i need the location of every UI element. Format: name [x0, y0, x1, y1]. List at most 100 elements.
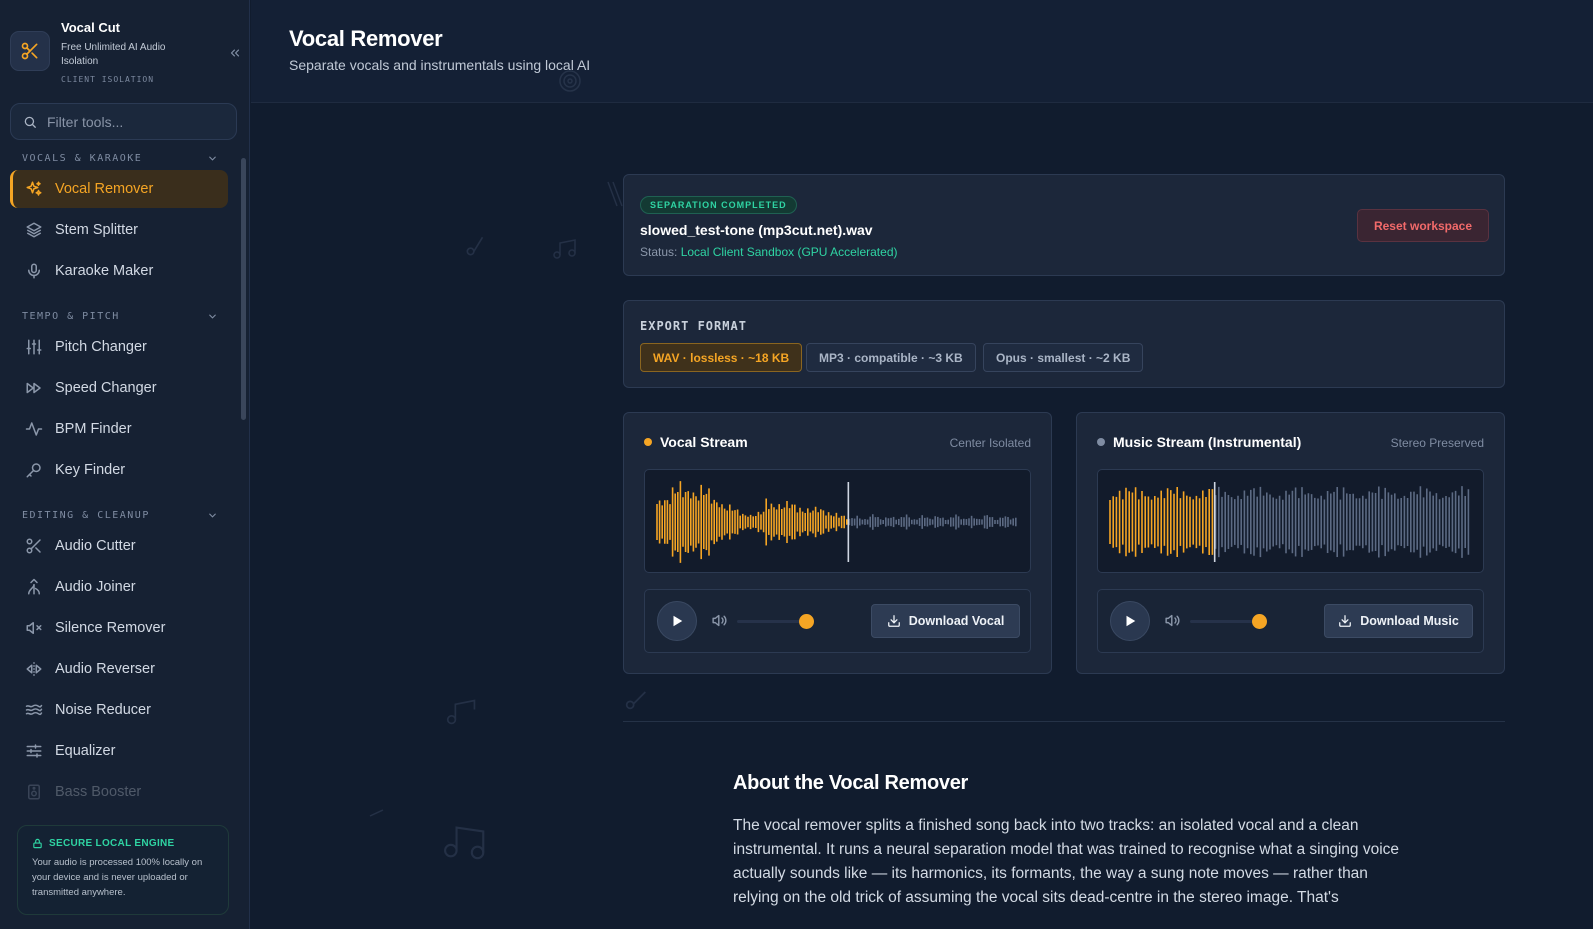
brand-title: Vocal Cut: [61, 20, 120, 35]
section-title: TEMPO & PITCH: [22, 310, 120, 322]
download-label: Download Music: [1360, 614, 1459, 628]
sidebar-item-stem-splitter[interactable]: Stem Splitter: [10, 211, 228, 249]
music-note-decoration-icon: [466, 236, 484, 256]
play-button[interactable]: [657, 601, 697, 641]
volume-icon[interactable]: [1164, 612, 1181, 629]
sidebar-item-bass-booster[interactable]: Bass Booster: [10, 773, 228, 808]
about-text: The vocal remover splits a finished song…: [733, 817, 1400, 906]
status-line: Status: Local Client Sandbox (GPU Accele…: [640, 245, 897, 259]
play-icon: [673, 615, 683, 627]
sidebar-item-label: Speed Changer: [55, 380, 157, 396]
section-editing-cleanup[interactable]: EDITING & CLEANUP: [22, 503, 218, 527]
brand: Vocal Cut Free Unlimited AI Audio Isolat…: [10, 18, 240, 90]
waveform-graph[interactable]: [1098, 470, 1484, 573]
speaker-icon: [24, 782, 44, 802]
microphone-icon: [24, 261, 44, 281]
volume-icon[interactable]: [711, 612, 728, 629]
page-header: Vocal Remover Separate vocals and instru…: [251, 0, 1593, 103]
format-option-mp3[interactable]: MP3 · compatible · ~3 KB: [806, 343, 976, 372]
status-label: Status:: [640, 245, 678, 259]
layers-icon: [24, 220, 44, 240]
music-note-decoration-icon: [625, 691, 646, 710]
chevron-down-icon: [209, 513, 216, 518]
sidebar-item-label: Karaoke Maker: [55, 263, 154, 279]
sidebar-item-bpm-finder[interactable]: BPM Finder: [10, 410, 228, 448]
play-icon: [1126, 615, 1136, 627]
sliders-horizontal-icon: [24, 741, 44, 761]
slash-decoration-icon: [369, 809, 384, 817]
sidebar-item-audio-reverser[interactable]: Audio Reverser: [10, 650, 228, 688]
scrollbar-thumb[interactable]: [241, 158, 246, 420]
music-waveform[interactable]: [1097, 469, 1484, 573]
status-badge: SEPARATION COMPLETED: [640, 196, 797, 214]
section-title: EDITING & CLEANUP: [22, 509, 150, 521]
target-decoration-icon: [559, 70, 581, 92]
volume-slider-handle[interactable]: [799, 614, 814, 629]
page-subtitle: Separate vocals and instrumentals using …: [289, 57, 591, 73]
page-title: Vocal Remover: [289, 26, 443, 51]
volume-x-icon: [24, 618, 44, 638]
sidebar-item-label: Silence Remover: [55, 620, 166, 636]
export-format-card: EXPORT FORMAT WAV · lossless · ~18 KB MP…: [623, 300, 1505, 388]
filter-tools-input[interactable]: [47, 113, 217, 130]
format-option-opus[interactable]: Opus · smallest · ~2 KB: [983, 343, 1144, 372]
status-dot: [1097, 438, 1105, 446]
secure-engine-notice: SECURE LOCAL ENGINE Your audio is proces…: [17, 825, 229, 915]
merge-icon: [24, 577, 44, 597]
sidebar-item-label: Audio Cutter: [55, 538, 136, 554]
sidebar-item-label: Noise Reducer: [55, 702, 151, 718]
download-icon: [1339, 615, 1352, 627]
sidebar-item-label: Key Finder: [55, 462, 126, 478]
sidebar-item-label: Audio Joiner: [55, 579, 136, 595]
sidebar-item-key-finder[interactable]: Key Finder: [10, 451, 228, 489]
sidebar-item-vocal-remover[interactable]: Vocal Remover: [10, 170, 228, 208]
stream-tag: Center Isolated: [949, 436, 1031, 450]
sparkles-icon: [24, 179, 44, 199]
about-title: About the Vocal Remover: [733, 772, 968, 794]
section-vocals-karaoke[interactable]: VOCALS & KARAOKE: [22, 146, 218, 170]
waveform-graph[interactable]: [645, 470, 1031, 573]
fast-forward-icon: [24, 378, 44, 398]
sidebar-item-equalizer[interactable]: Equalizer: [10, 732, 228, 770]
sidebar-item-audio-cutter[interactable]: Audio Cutter: [10, 527, 228, 565]
flip-icon: [24, 659, 44, 679]
sidebar-item-silence-remover[interactable]: Silence Remover: [10, 609, 228, 647]
volume-slider-handle[interactable]: [1252, 614, 1267, 629]
sidebar-item-speed-changer[interactable]: Speed Changer: [10, 369, 228, 407]
sidebar-item-label: Equalizer: [55, 743, 116, 759]
download-icon: [887, 615, 900, 627]
sidebar: Vocal Cut Free Unlimited AI Audio Isolat…: [0, 0, 250, 929]
music-stream-card: Music Stream (Instrumental) Stereo Prese…: [1076, 412, 1505, 674]
section-divider: [623, 721, 1505, 722]
scissors-icon[interactable]: [10, 31, 50, 71]
chevrons-left-icon[interactable]: [226, 44, 244, 62]
sidebar-item-audio-joiner[interactable]: Audio Joiner: [10, 568, 228, 606]
sidebar-item-noise-reducer[interactable]: Noise Reducer: [10, 691, 228, 729]
stream-title: Vocal Stream: [660, 434, 748, 450]
sidebar-item-label: Bass Booster: [55, 784, 142, 800]
reset-workspace-button[interactable]: Reset workspace: [1357, 209, 1489, 242]
sidebar-item-label: Stem Splitter: [55, 222, 138, 238]
double-note-decoration-icon: [446, 699, 476, 725]
sidebar-item-label: BPM Finder: [55, 421, 132, 437]
vocal-waveform[interactable]: [644, 469, 1031, 573]
chevron-down-icon: [209, 314, 216, 319]
sidebar-item-karaoke-maker[interactable]: Karaoke Maker: [10, 252, 228, 290]
play-button[interactable]: [1110, 601, 1150, 641]
sidebar-item-pitch-changer[interactable]: Pitch Changer: [10, 328, 228, 366]
secure-title: SECURE LOCAL ENGINE: [49, 838, 175, 849]
chevron-down-icon: [209, 156, 216, 161]
sidebar-scrollbar[interactable]: [241, 150, 247, 810]
format-option-wav[interactable]: WAV · lossless · ~18 KB: [640, 343, 803, 372]
download-music-button[interactable]: Download Music: [1324, 604, 1473, 638]
sidebar-item-label: Audio Reverser: [55, 661, 155, 677]
lock-icon: [33, 838, 42, 849]
search-icon: [24, 116, 36, 128]
section-tempo-pitch[interactable]: TEMPO & PITCH: [22, 304, 218, 328]
stream-tag: Stereo Preserved: [1390, 436, 1484, 450]
vocal-stream-card: Vocal Stream Center Isolated Download Vo…: [623, 412, 1052, 674]
download-vocal-button[interactable]: Download Vocal: [871, 604, 1020, 638]
filter-box: [10, 103, 237, 140]
waves-icon: [24, 700, 44, 720]
slash-decoration-icon: [607, 181, 623, 207]
